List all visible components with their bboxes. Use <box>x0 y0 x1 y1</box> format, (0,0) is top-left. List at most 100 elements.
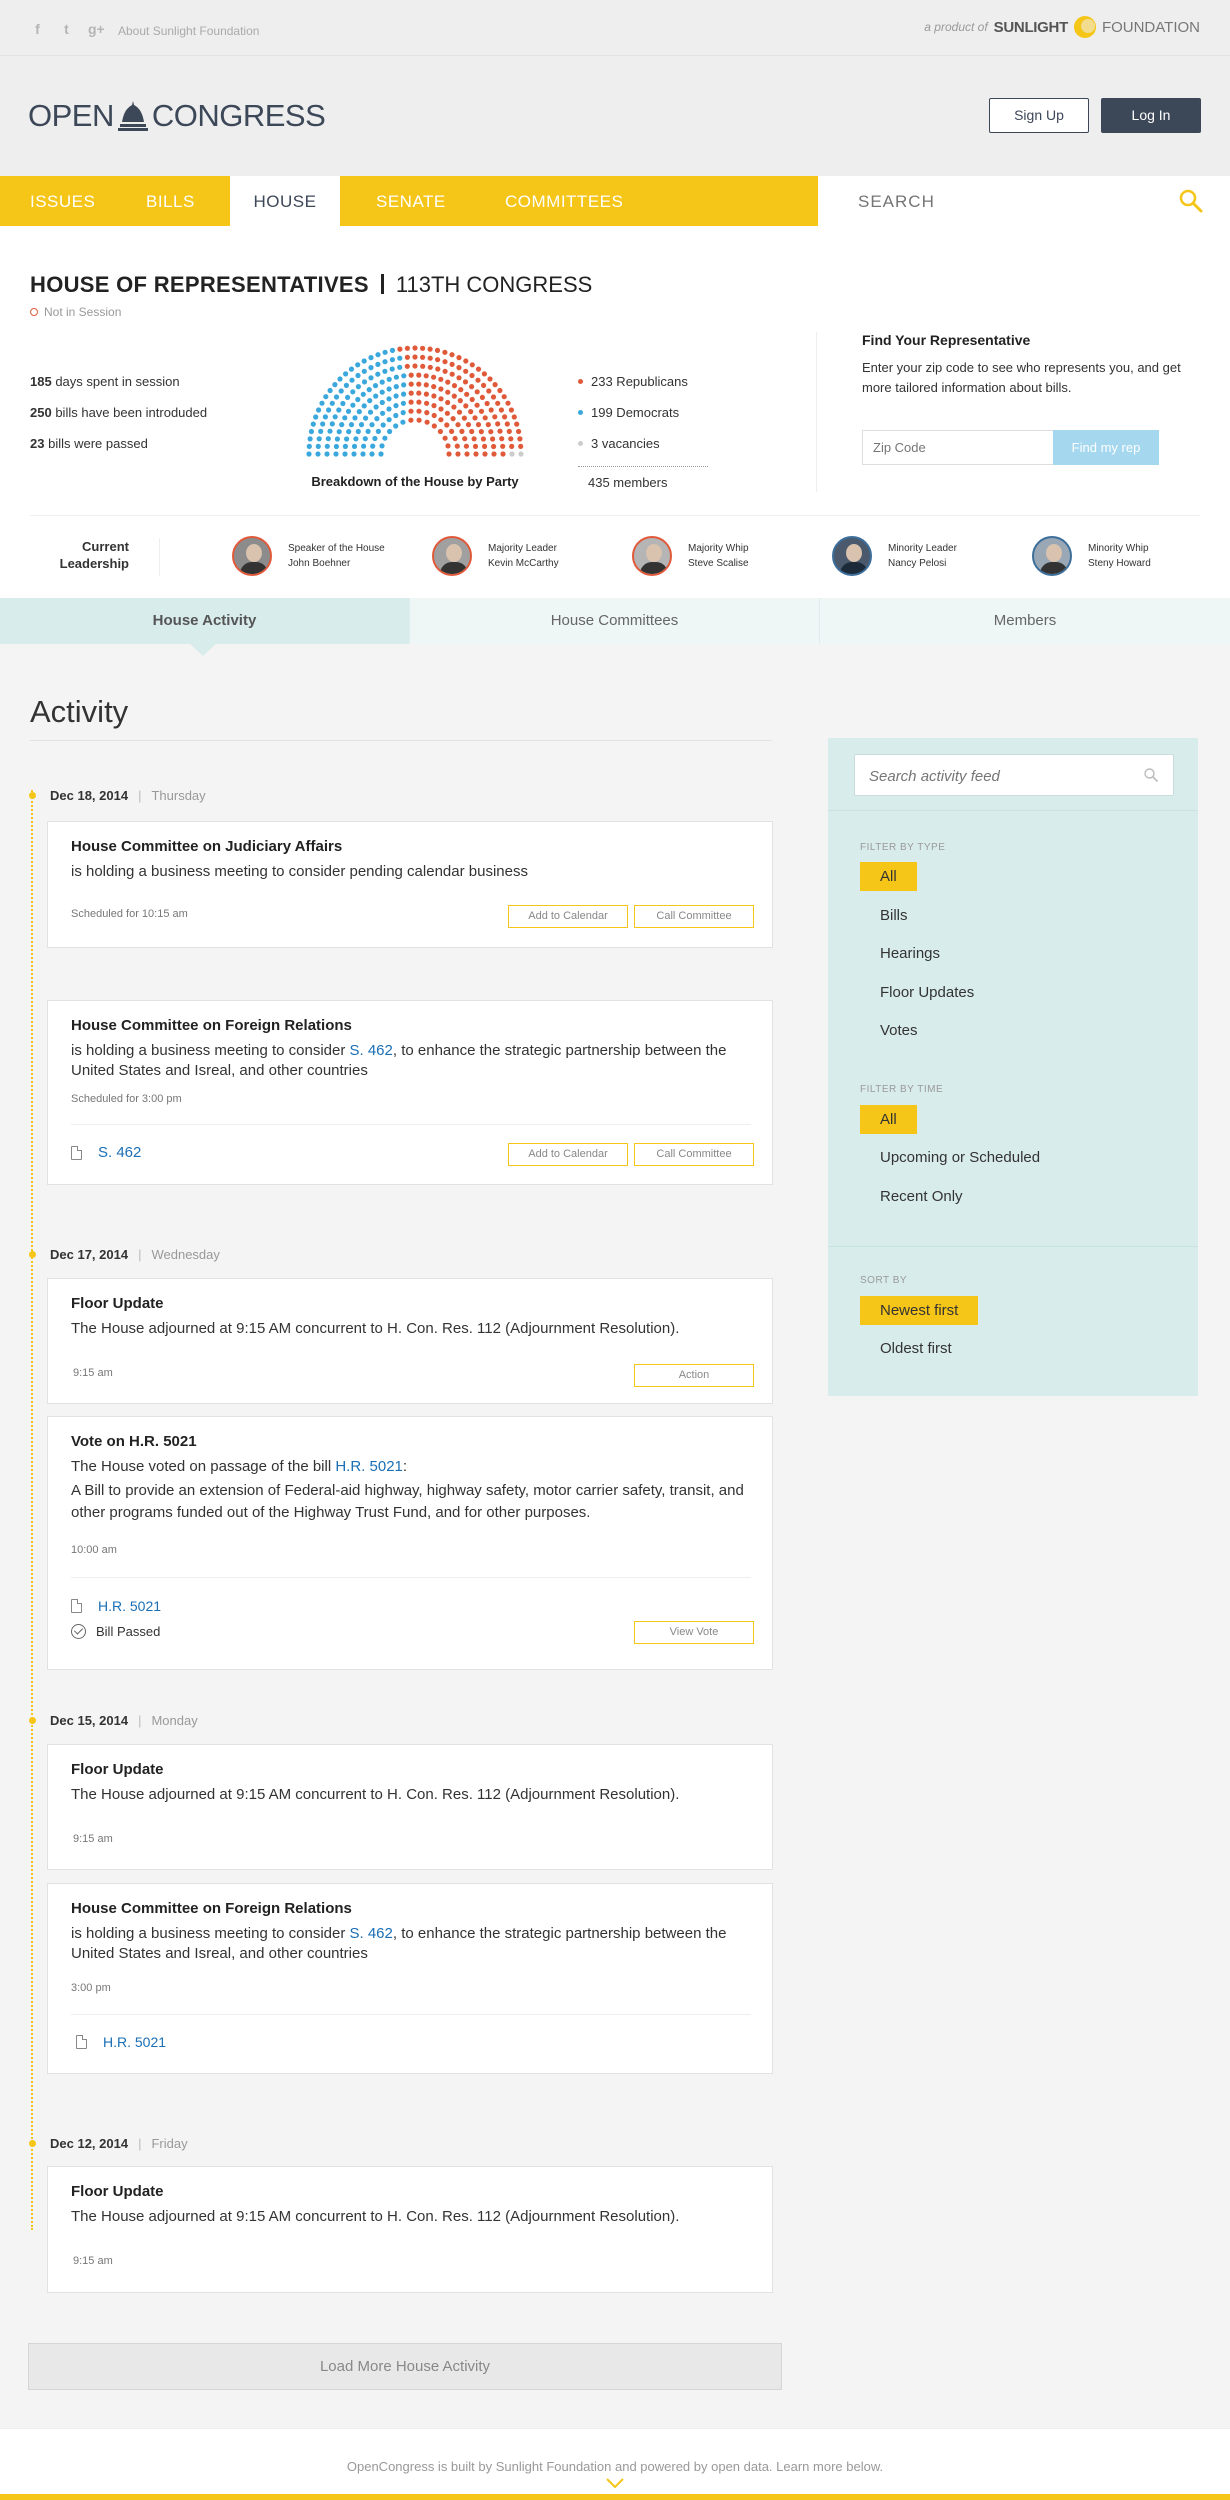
filter-type-all[interactable]: All <box>860 862 917 891</box>
nav-issues[interactable]: ISSUES <box>30 176 95 226</box>
find-my-rep-button[interactable]: Find my rep <box>1053 430 1159 465</box>
seat-republicans <box>455 422 461 428</box>
add-to-calendar-button[interactable]: Add to Calendar <box>508 1143 628 1166</box>
nav-house[interactable]: HOUSE <box>230 176 340 226</box>
seat-democrats <box>306 443 312 449</box>
seat-democrats <box>329 421 335 427</box>
seat-democrats <box>351 451 357 457</box>
card-title: Floor Update <box>71 2183 164 2200</box>
card-meta: Scheduled for 10:15 am <box>71 908 188 920</box>
seat-republicans <box>492 382 498 388</box>
card-divider <box>71 2014 751 2015</box>
avatar-head <box>846 544 862 562</box>
filter-type-votes[interactable]: Votes <box>860 1016 938 1045</box>
search-icon[interactable] <box>1143 767 1159 783</box>
filter-type-hearings[interactable]: Hearings <box>860 939 960 968</box>
leader-minority-whip[interactable]: Minority Whip Steny Howard <box>1032 536 1151 576</box>
opencongress-logo[interactable]: OPEN CONGRESS <box>28 98 326 134</box>
add-to-calendar-button[interactable]: Add to Calendar <box>508 905 628 928</box>
bill-link[interactable]: H.R. 5021 <box>335 1458 403 1475</box>
seat-republicans <box>420 363 426 369</box>
seat-democrats <box>370 443 376 449</box>
tab-members[interactable]: Members <box>820 598 1230 644</box>
google-plus-icon[interactable]: g+ <box>88 22 105 37</box>
leader-text: Majority Whip Steve Scalise <box>688 541 749 571</box>
card-text: is holding a business meeting to conside… <box>71 863 528 880</box>
activity-search-input[interactable] <box>869 765 1129 787</box>
seat-republicans <box>492 414 498 420</box>
seat-republicans <box>442 359 448 365</box>
seat-republicans <box>479 394 485 400</box>
search-icon[interactable] <box>1178 188 1204 214</box>
sort-newest-first[interactable]: Newest first <box>860 1296 979 1325</box>
nav-committees[interactable]: COMMITTEES <box>505 176 623 226</box>
seat-democrats <box>393 403 399 409</box>
nav-bills[interactable]: BILLS <box>146 176 195 226</box>
seat-democrats <box>378 451 384 457</box>
seat-republicans <box>458 387 464 393</box>
card-title: House Committee on Foreign Relations <box>71 1017 352 1034</box>
zip-code-input[interactable] <box>862 430 1054 465</box>
seat-republicans <box>456 375 462 381</box>
seat-democrats <box>334 436 340 442</box>
leader-minority-leader[interactable]: Minority Leader Nancy Pelosi <box>832 536 957 576</box>
seat-republicans <box>502 414 508 420</box>
call-committee-button[interactable]: Call Committee <box>634 905 754 928</box>
legend-label: 199 Democrats <box>591 405 680 420</box>
log-in-button[interactable]: Log In <box>1101 98 1201 133</box>
filter-time-upcoming[interactable]: Upcoming or Scheduled <box>860 1143 1060 1172</box>
seat-republicans <box>438 396 444 402</box>
stat-days-num: 185 <box>30 374 52 389</box>
chevron-down-icon[interactable] <box>605 2477 625 2489</box>
seat-republicans <box>463 403 469 409</box>
bill-link[interactable]: S. 462 <box>350 1925 393 1942</box>
seat-democrats <box>324 451 330 457</box>
day-separator: | <box>138 1713 142 1728</box>
sunlight-logo-icon <box>1073 16 1096 38</box>
activity-card: House Committee on Foreign Relations is … <box>47 1000 773 1185</box>
bill-document-link[interactable]: H.R. 5021 <box>76 2034 166 2050</box>
seat-republicans <box>481 371 487 377</box>
leader-majority-whip[interactable]: Majority Whip Steve Scalise <box>632 536 749 576</box>
seat-vacancies <box>509 451 515 457</box>
seat-republicans <box>463 358 469 364</box>
filter-type-bills[interactable]: Bills <box>860 901 928 930</box>
page-title: HOUSE OF REPRESENTATIVES 113TH CONGRESS <box>30 272 592 298</box>
bill-link[interactable]: S. 462 <box>350 1042 393 1059</box>
seat-republicans <box>451 393 457 399</box>
avatar-body <box>840 562 868 574</box>
seat-democrats <box>379 389 385 395</box>
sunlight-product-badge[interactable]: a product of SUNLIGHT FOUNDATION <box>924 16 1200 38</box>
seat-republicans <box>514 421 520 427</box>
facebook-icon[interactable]: f <box>30 22 45 37</box>
legend-dot <box>578 410 583 415</box>
seat-democrats <box>352 415 358 421</box>
seat-republicans <box>468 409 474 415</box>
view-vote-button[interactable]: View Vote <box>634 1621 754 1644</box>
site-search-input[interactable] <box>858 189 1158 215</box>
sign-up-button[interactable]: Sign Up <box>989 98 1089 133</box>
seat-republicans <box>490 394 497 400</box>
filter-time-all[interactable]: All <box>860 1105 917 1134</box>
bill-status-text: Bill Passed <box>96 1624 161 1639</box>
check-icon <box>71 1624 86 1639</box>
about-sunlight-link[interactable]: About Sunlight Foundation <box>118 24 259 38</box>
leader-speaker[interactable]: Speaker of the House John Boehner <box>232 536 385 576</box>
call-committee-button[interactable]: Call Committee <box>634 1143 754 1166</box>
filter-type-floor-updates[interactable]: Floor Updates <box>860 978 994 1007</box>
twitter-icon[interactable]: t <box>59 22 74 37</box>
sort-oldest-first[interactable]: Oldest first <box>860 1334 972 1363</box>
filter-time-recent[interactable]: Recent Only <box>860 1182 983 1211</box>
bill-document-link[interactable]: S. 462 <box>71 1144 141 1161</box>
day-separator: | <box>138 1247 142 1262</box>
seat-republicans <box>506 428 512 434</box>
seat-republicans <box>431 423 437 429</box>
nav-senate[interactable]: SENATE <box>376 176 446 226</box>
tab-house-committees[interactable]: House Committees <box>410 598 820 644</box>
bill-document-link[interactable]: H.R. 5021 <box>71 1598 161 1614</box>
load-more-button[interactable]: Load More House Activity <box>28 2343 782 2390</box>
seat-democrats <box>360 391 366 397</box>
tab-house-activity[interactable]: House Activity <box>0 598 410 644</box>
action-button[interactable]: Action <box>634 1364 754 1387</box>
leader-majority-leader[interactable]: Majority Leader Kevin McCarthy <box>432 536 559 576</box>
